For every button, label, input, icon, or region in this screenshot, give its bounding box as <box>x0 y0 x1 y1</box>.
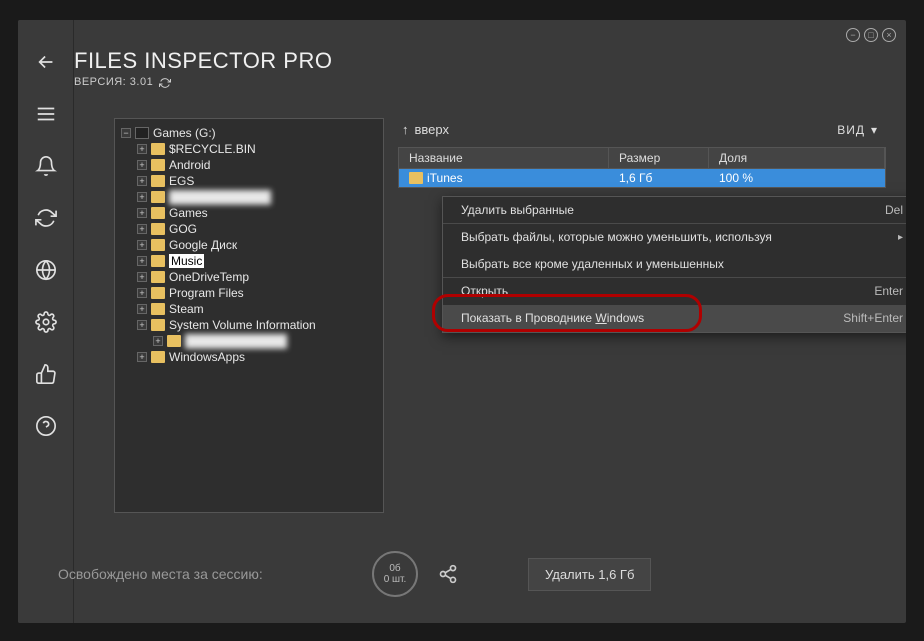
folder-icon <box>409 172 423 184</box>
folder-icon <box>151 255 165 267</box>
tree-item[interactable]: +████████████ <box>135 189 379 205</box>
menu-icon[interactable] <box>34 102 58 126</box>
folder-icon <box>151 143 165 155</box>
folder-icon <box>151 191 165 203</box>
drive-icon <box>135 127 149 139</box>
expand-icon[interactable]: + <box>153 336 163 346</box>
tree-item[interactable]: +████████████ <box>151 333 379 349</box>
folder-icon <box>151 223 165 235</box>
tree-item[interactable]: +Program Files <box>135 285 379 301</box>
tree-item[interactable]: +OneDriveTemp <box>135 269 379 285</box>
tree-item[interactable]: +Android <box>135 157 379 173</box>
expand-icon[interactable]: + <box>137 256 147 266</box>
gear-icon[interactable] <box>34 310 58 334</box>
bell-icon[interactable] <box>34 154 58 178</box>
folder-icon <box>151 319 165 331</box>
freed-counter: 0б 0 шт. <box>372 551 418 597</box>
up-button[interactable]: ↑ вверх <box>402 122 449 137</box>
freed-label: Освобождено места за сессию: <box>58 566 263 582</box>
ctx-show-explorer[interactable]: Показать в Проводнике Windows Shift+Ente… <box>443 305 906 332</box>
expand-icon[interactable]: + <box>137 176 147 186</box>
version-refresh-icon[interactable] <box>159 76 171 88</box>
help-icon[interactable] <box>34 414 58 438</box>
folder-icon <box>151 239 165 251</box>
minimize-button[interactable]: − <box>846 28 860 42</box>
expand-icon[interactable]: + <box>137 352 147 362</box>
ctx-open[interactable]: Открыть Enter <box>443 278 906 305</box>
view-dropdown[interactable]: ВИД ▾ <box>837 123 878 137</box>
col-size[interactable]: Размер <box>609 148 709 168</box>
folder-icon <box>167 335 181 347</box>
ctx-choose-files[interactable]: Выбрать файлы, которые можно уменьшить, … <box>443 224 906 251</box>
tree-item[interactable]: +GOG <box>135 221 379 237</box>
expand-icon[interactable]: + <box>137 272 147 282</box>
tree-item[interactable]: +Games <box>135 205 379 221</box>
folder-icon <box>151 351 165 363</box>
tree-item[interactable]: +WindowsApps <box>135 349 379 365</box>
back-icon[interactable] <box>34 50 58 74</box>
tree-item[interactable]: +Google Диск <box>135 237 379 253</box>
expand-icon[interactable]: + <box>137 144 147 154</box>
tree-item[interactable]: +Steam <box>135 301 379 317</box>
ctx-choose-all[interactable]: Выбрать все кроме удаленных и уменьшенны… <box>443 251 906 278</box>
refresh-icon[interactable] <box>34 206 58 230</box>
chevron-down-icon: ▾ <box>871 123 878 137</box>
tree-item[interactable]: +EGS <box>135 173 379 189</box>
tree-item[interactable]: +$RECYCLE.BIN <box>135 141 379 157</box>
folder-icon <box>151 271 165 283</box>
file-table: Название Размер Доля iTunes 1,6 Гб 100 % <box>398 147 886 188</box>
folder-tree[interactable]: − Games (G:) +$RECYCLE.BIN+Android+EGS+█… <box>114 118 384 513</box>
arrow-up-icon: ↑ <box>402 122 409 137</box>
expand-icon[interactable]: + <box>137 192 147 202</box>
context-menu: Удалить выбранные Del Выбрать файлы, кот… <box>442 196 906 333</box>
tree-item[interactable]: +System Volume Information <box>135 317 379 333</box>
window-controls: − □ × <box>846 28 896 42</box>
table-row[interactable]: iTunes 1,6 Гб 100 % <box>399 169 885 187</box>
tree-item[interactable]: +Music <box>135 253 379 269</box>
folder-icon <box>151 303 165 315</box>
tree-root[interactable]: − Games (G:) <box>119 125 379 141</box>
maximize-button[interactable]: □ <box>864 28 878 42</box>
expand-icon[interactable]: + <box>137 160 147 170</box>
expand-icon[interactable]: + <box>137 304 147 314</box>
chevron-right-icon: ▸ <box>898 232 903 243</box>
folder-icon <box>151 159 165 171</box>
expand-icon[interactable]: + <box>137 288 147 298</box>
ctx-delete[interactable]: Удалить выбранные Del <box>443 197 906 224</box>
collapse-icon[interactable]: − <box>121 128 131 138</box>
col-name[interactable]: Название <box>399 148 609 168</box>
expand-icon[interactable]: + <box>137 240 147 250</box>
sidebar-nav <box>18 20 74 623</box>
app-title: FILES INSPECTOR PRO <box>74 48 332 74</box>
folder-icon <box>151 287 165 299</box>
version-label: ВЕРСИЯ: 3.01 <box>74 76 153 88</box>
freed-space-panel: Освобождено места за сессию: 0б 0 шт. <box>38 551 478 597</box>
share-icon[interactable] <box>438 564 458 584</box>
folder-icon <box>151 175 165 187</box>
thumbs-up-icon[interactable] <box>34 362 58 386</box>
expand-icon[interactable]: + <box>137 224 147 234</box>
expand-icon[interactable]: + <box>137 320 147 330</box>
expand-icon[interactable]: + <box>137 208 147 218</box>
delete-button[interactable]: Удалить 1,6 Гб <box>528 558 651 591</box>
close-button[interactable]: × <box>882 28 896 42</box>
folder-icon <box>151 207 165 219</box>
col-share[interactable]: Доля <box>709 148 885 168</box>
globe-icon[interactable] <box>34 258 58 282</box>
